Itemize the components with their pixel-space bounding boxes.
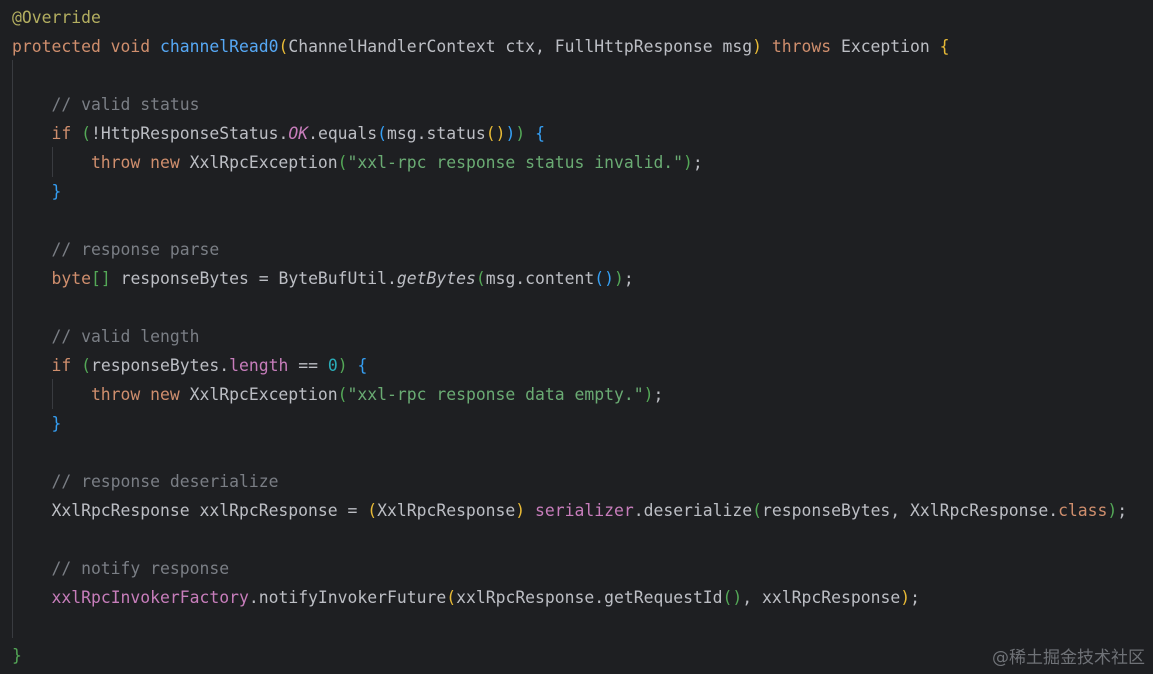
code-token: )	[614, 269, 624, 288]
code-token: getBytes	[396, 269, 476, 288]
code-line[interactable]: // response parse	[12, 235, 219, 264]
code-token: Exception	[840, 37, 940, 56]
code-line[interactable]: // valid length	[12, 322, 200, 351]
code-token: ;	[653, 385, 664, 404]
code-token: XxlRpcResponse xxlRpcResponse =	[12, 501, 368, 520]
code-token: !HttpResponseStatus.	[90, 124, 289, 143]
code-token: (	[81, 356, 91, 375]
code-token: throw new	[12, 153, 190, 172]
code-token: XxlRpcResponse	[377, 501, 516, 520]
code-token: )	[515, 501, 526, 520]
code-token: []	[90, 269, 111, 288]
code-token: // valid status	[12, 95, 200, 114]
code-line[interactable]: }	[12, 409, 61, 438]
code-token: {	[535, 124, 545, 143]
code-token: ;	[623, 269, 634, 288]
code-token: // response parse	[12, 240, 220, 259]
code-token: ==	[288, 356, 328, 375]
watermark-text: @稀土掘金技术社区	[992, 648, 1145, 668]
code-token: (	[377, 124, 388, 143]
code-token: msg.content	[485, 269, 595, 288]
code-line[interactable]: if (!HttpResponseStatus.OK.equals(msg.st…	[12, 119, 545, 148]
code-token: protected void	[12, 37, 161, 56]
code-token: if	[12, 356, 82, 375]
code-token: }	[12, 414, 62, 433]
code-line[interactable]: protected void channelRead0(ChannelHandl…	[12, 32, 950, 61]
code-token: @Override	[12, 8, 101, 27]
code-token: .deserialize	[633, 501, 753, 520]
code-token: (	[81, 124, 91, 143]
code-token: )	[643, 385, 654, 404]
code-token: "xxl-rpc response status invalid."	[347, 153, 684, 172]
code-editor[interactable]: @Override protected void channelRead0(Cha…	[0, 0, 1153, 674]
code-token: xxlRpcInvokerFactory	[51, 588, 249, 607]
code-token: ChannelHandlerContext ctx, FullHttpRespo…	[288, 37, 753, 56]
code-token: }	[12, 646, 22, 665]
code-token: responseBytes, XxlRpcResponse.	[762, 501, 1059, 520]
code-token: (	[367, 501, 378, 520]
code-token: (	[278, 37, 289, 56]
code-token: responseBytes = ByteBufUtil.	[110, 269, 397, 288]
code-token: (	[337, 153, 348, 172]
code-line[interactable]: if (responseBytes.length == 0) {	[12, 351, 367, 380]
code-token: )	[683, 153, 693, 172]
code-line[interactable]: throw new XxlRpcException("xxl-rpc respo…	[12, 148, 703, 177]
code-token: )	[752, 37, 762, 56]
code-token: OK	[288, 124, 309, 143]
code-token: ()	[485, 124, 506, 143]
code-token: (	[337, 385, 348, 404]
code-token: }	[12, 182, 62, 201]
code-token: serializer	[535, 501, 634, 520]
code-token: (	[475, 269, 486, 288]
code-line[interactable]: }	[12, 177, 61, 206]
code-token: .notifyInvokerFuture	[248, 588, 447, 607]
code-token: ;	[910, 588, 920, 607]
code-token: throws	[762, 37, 841, 56]
code-token: ()	[722, 588, 743, 607]
code-token: (	[752, 501, 763, 520]
code-token: )	[1107, 501, 1118, 520]
code-token: responseBytes.	[90, 356, 230, 375]
code-token: ;	[1117, 501, 1128, 520]
code-token: throw new	[12, 385, 190, 404]
code-token: .equals	[308, 124, 378, 143]
code-token: msg.status	[387, 124, 486, 143]
code-token: byte	[12, 269, 91, 288]
code-token: , xxlRpcResponse	[742, 588, 901, 607]
code-line[interactable]: @Override	[12, 3, 101, 32]
code-token: (	[446, 588, 457, 607]
code-token: )	[900, 588, 911, 607]
code-line[interactable]: // valid status	[12, 90, 200, 119]
code-token: )	[337, 356, 348, 375]
code-token: )	[515, 124, 526, 143]
code-token: ()	[594, 269, 615, 288]
code-token: ;	[692, 153, 703, 172]
code-token: XxlRpcException	[189, 153, 338, 172]
code-token: {	[939, 37, 950, 56]
code-line[interactable]: throw new XxlRpcException("xxl-rpc respo…	[12, 380, 663, 409]
code-line[interactable]: XxlRpcResponse xxlRpcResponse = (XxlRpcR…	[12, 496, 1127, 525]
code-token: // notify response	[12, 559, 230, 578]
code-token: XxlRpcException	[189, 385, 338, 404]
code-token: length	[229, 356, 289, 375]
code-line[interactable]: xxlRpcInvokerFactory.notifyInvokerFuture…	[12, 583, 920, 612]
code-token: if	[12, 124, 82, 143]
code-token: channelRead0	[160, 37, 279, 56]
code-token: "xxl-rpc response data empty."	[347, 385, 644, 404]
code-token: {	[357, 356, 368, 375]
code-token: )	[505, 124, 516, 143]
code-line[interactable]: // notify response	[12, 554, 229, 583]
code-line[interactable]: }	[12, 641, 22, 670]
code-token: // valid length	[12, 327, 200, 346]
code-token: // response deserialize	[12, 472, 279, 491]
code-line[interactable]: // response deserialize	[12, 467, 278, 496]
code-token: class	[1058, 501, 1108, 520]
code-line[interactable]: byte[] responseBytes = ByteBufUtil.getBy…	[12, 264, 634, 293]
code-token: xxlRpcResponse.getRequestId	[456, 588, 723, 607]
code-token: 0	[327, 356, 338, 375]
